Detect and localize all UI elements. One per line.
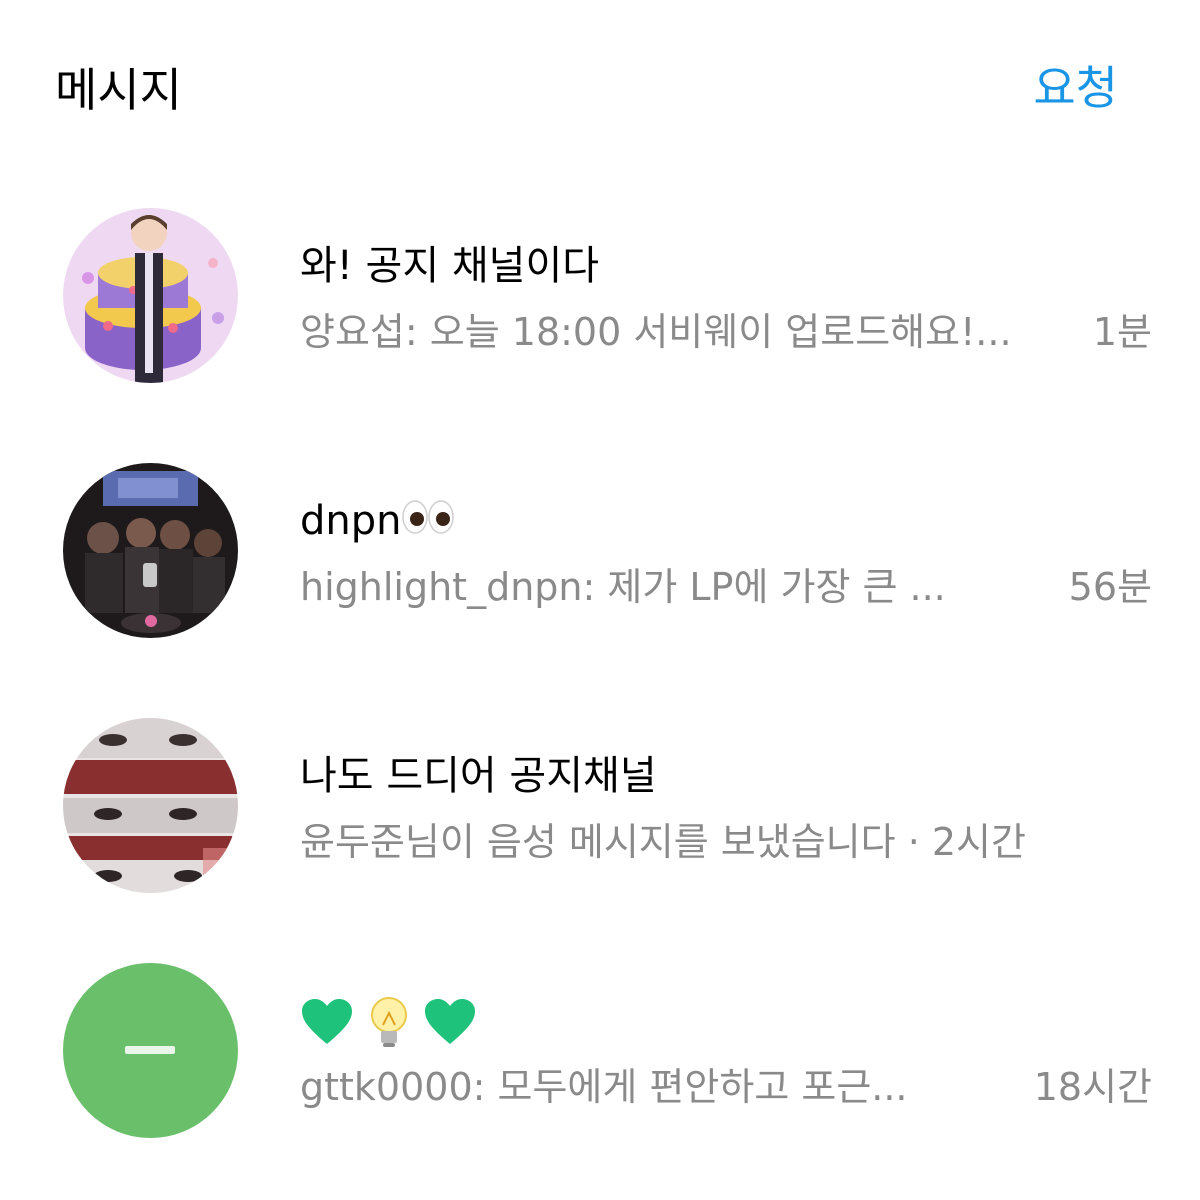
thread-item[interactable]: 나도 드디어 공지채널 윤두준님이 음성 메시지를 보냈습니다 · 2시간 [0,718,1200,908]
thread-preview-row: gttk0000: 모두에게 편안하고 포근... 18시간 [300,1061,1152,1113]
separator: · [895,820,932,864]
thread-title: 와! 공지 채널이다 [300,243,600,289]
thread-title: 나도 드디어 공지채널 [300,753,657,799]
person-with-birthday-cake-avatar [63,208,238,383]
thread-timestamp: 56분 [1068,565,1152,609]
requests-link[interactable]: 요청 [1033,58,1118,118]
thread-title [300,995,477,1062]
thread-timestamp: 1분 [1092,310,1152,354]
green-circle-avatar [63,963,238,1138]
page-title: 메시지 [55,63,182,117]
light-bulb-icon [367,995,411,1062]
thread-preview-row: 윤두준님이 음성 메시지를 보냈습니다 · 2시간 [300,816,1152,868]
group-photo-avatar [63,463,238,638]
header: 메시지 요청 [0,0,1200,180]
thread-preview-row: highlight_dnpn: 제가 LP에 가장 큰 ... 56분 [300,561,1152,613]
green-heart-icon [300,998,354,1059]
thread-preview: 윤두준님이 음성 메시지를 보냈습니다 · 2시간 [300,820,1026,864]
thread-preview: highlight_dnpn: 제가 LP에 가장 큰 ... [300,565,946,609]
thread-preview: gttk0000: 모두에게 편안하고 포근... [300,1065,908,1109]
thread-preview: 양요섭: 오늘 18:00 서비웨이 업로드해요!... [300,310,1012,354]
thread-item[interactable]: 와! 공지 채널이다 양요섭: 오늘 18:00 서비웨이 업로드해요!... … [0,208,1200,398]
thread-preview-row: 양요섭: 오늘 18:00 서비웨이 업로드해요!... 1분 [300,306,1152,358]
thread-timestamp: 2시간 [931,820,1026,864]
thread-item[interactable]: dnpn highlight_dnpn: 제가 LP에 가장 큰 ... 56분 [0,463,1200,653]
thread-item[interactable]: gttk0000: 모두에게 편안하고 포근... 18시간 [0,963,1200,1153]
album-art-avatar [63,718,238,893]
green-heart-icon [423,998,477,1059]
eyes-icon [401,497,455,550]
thread-title: dnpn [300,495,455,550]
thread-timestamp: 18시간 [1033,1065,1152,1109]
